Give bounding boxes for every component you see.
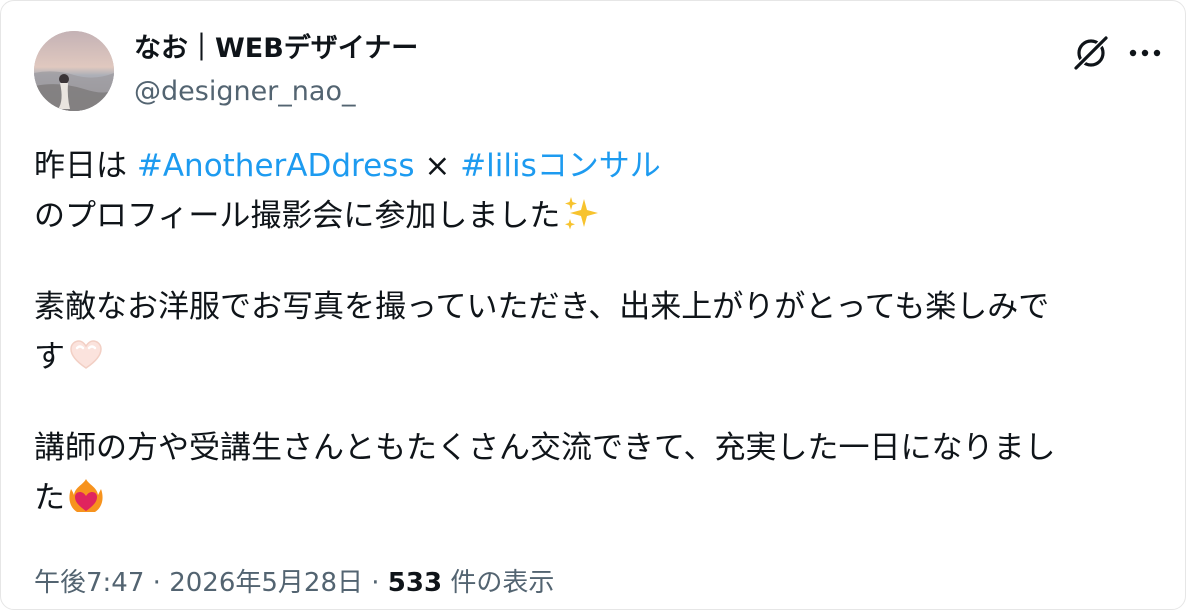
post-text-line-2: のプロフィール撮影会に参加しました — [34, 198, 561, 234]
post-text-line-5: 講師の方や受講生さんともたくさん交流できて、充実した一日になりまし — [34, 430, 1056, 466]
author-handle[interactable]: @designer_nao_ — [134, 74, 355, 110]
post-line-4: す — [34, 332, 1164, 382]
avatar[interactable] — [34, 31, 114, 111]
post-line-6: た — [34, 473, 1164, 523]
hashtag-anotheraddress[interactable]: #AnotherADdress — [137, 148, 415, 184]
post-line-1: 昨日は #AnotherADdress × #lilisコンサル — [34, 141, 1164, 191]
more-options-button[interactable] — [1123, 33, 1167, 73]
post-time[interactable]: 午後7:47 — [34, 568, 144, 598]
post-text: 昨日は #AnotherADdress × #lilisコンサル のプロフィール… — [34, 141, 1164, 523]
meta-separator: · — [144, 568, 170, 598]
post-meta: 午後7:47 · 2026年5月28日 · 533 件の表示 — [34, 565, 554, 601]
more-options-icon — [1129, 49, 1161, 57]
post-text-line-3: 素敵なお洋服でお写真を撮っていただき、出来上がりがとっても楽しみで — [34, 289, 1050, 325]
meta-separator: · — [362, 568, 388, 598]
post-date[interactable]: 2026年5月28日 — [169, 568, 363, 598]
views-count[interactable]: 533 — [388, 568, 442, 598]
grok-button[interactable] — [1069, 33, 1113, 73]
post-text-separator: × — [414, 148, 461, 184]
post-line-3: 素敵なお洋服でお写真を撮っていただき、出来上がりがとっても楽しみで — [34, 282, 1164, 332]
sparkles-emoji — [565, 197, 599, 230]
heart-hands-emoji — [70, 340, 102, 369]
views-label[interactable]: 件の表示 — [442, 568, 554, 598]
grok-icon — [1073, 35, 1109, 71]
heart-on-fire-emoji — [69, 479, 103, 512]
author-display-name[interactable]: なお｜WEBデザイナー — [134, 31, 418, 67]
post-line-5: 講師の方や受講生さんともたくさん交流できて、充実した一日になりまし — [34, 423, 1164, 473]
post-text-prefix: 昨日は — [34, 148, 137, 184]
post-card: なお｜WEBデザイナー @designer_nao_ 昨日は #AnotherA… — [0, 0, 1186, 610]
hashtag-lilis-consult[interactable]: #lilisコンサル — [460, 148, 661, 184]
avatar-photo — [34, 31, 114, 111]
post-line-2: のプロフィール撮影会に参加しました — [34, 191, 1164, 241]
post-text-line-4: す — [34, 339, 65, 375]
post-text-line-6: た — [34, 480, 65, 516]
